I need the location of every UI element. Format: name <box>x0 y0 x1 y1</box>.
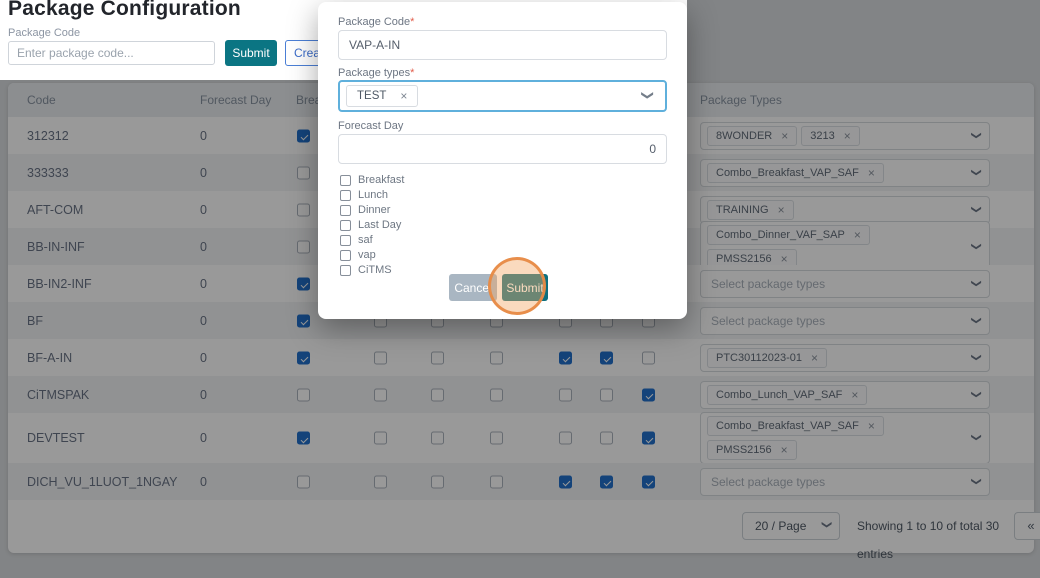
checkbox-label: Last Day <box>358 219 401 231</box>
modal-forecast-day-label: Forecast Day <box>338 120 403 132</box>
checkbox-label: saf <box>358 234 373 246</box>
chip-label: TEST <box>357 90 386 102</box>
required-asterisk: * <box>410 16 414 28</box>
checkbox-label: Breakfast <box>358 174 404 186</box>
checkbox[interactable] <box>340 250 351 261</box>
remove-tag-icon[interactable]: × <box>400 89 407 103</box>
checkbox[interactable] <box>340 190 351 201</box>
checkbox-label: vap <box>358 249 376 261</box>
modal-checkbox-saf[interactable]: saf <box>340 234 373 246</box>
checkbox[interactable] <box>340 265 351 276</box>
modal-package-code-input[interactable] <box>338 30 667 60</box>
package-code-label: Package Code <box>8 27 80 39</box>
required-asterisk: * <box>410 67 414 79</box>
cancel-button[interactable]: Cancel <box>449 274 497 301</box>
modal-package-code-label: Package Code* <box>338 16 414 28</box>
checkbox-label: CiTMS <box>358 264 392 276</box>
checkbox[interactable] <box>340 235 351 246</box>
page-title: Package Configuration <box>8 0 241 21</box>
submit-button[interactable]: Submit <box>502 274 548 301</box>
package-code-search-input[interactable] <box>8 41 215 65</box>
checkbox-label: Dinner <box>358 204 390 216</box>
modal-forecast-day-input[interactable] <box>338 134 667 164</box>
chevron-down-icon: ❯ <box>641 90 655 100</box>
search-submit-button[interactable]: Submit <box>225 40 277 66</box>
modal-checkbox-citms[interactable]: CiTMS <box>340 264 392 276</box>
checkbox-label: Lunch <box>358 189 388 201</box>
modal-checkbox-last-day[interactable]: Last Day <box>340 219 401 231</box>
modal-checkbox-vap[interactable]: vap <box>340 249 376 261</box>
selected-type-chip: TEST × <box>346 85 418 107</box>
modal-checkbox-lunch[interactable]: Lunch <box>340 189 388 201</box>
modal-package-types-select[interactable]: TEST × ❯ <box>338 80 667 112</box>
checkbox[interactable] <box>340 175 351 186</box>
checkbox[interactable] <box>340 220 351 231</box>
modal-checkbox-breakfast[interactable]: Breakfast <box>340 174 404 186</box>
checkbox[interactable] <box>340 205 351 216</box>
modal-package-types-label: Package types* <box>338 67 414 79</box>
package-dialog: Package Code* Package types* TEST × ❯ Fo… <box>318 2 687 319</box>
package-configuration-screen: CodeForecast DayBreakfastLunchDinnerLast… <box>0 0 1040 578</box>
modal-checkbox-dinner[interactable]: Dinner <box>340 204 390 216</box>
